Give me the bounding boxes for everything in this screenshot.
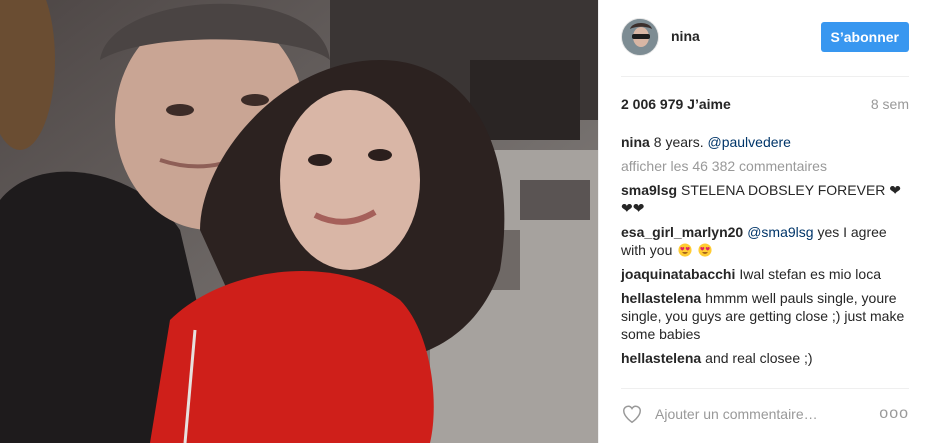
post-header: nina S’abonner: [621, 18, 909, 56]
caption-user[interactable]: nina: [621, 134, 650, 150]
add-comment-input[interactable]: [655, 404, 875, 424]
comment-item: joaquinatabacchi Iwal stefan es mio loca: [621, 265, 909, 283]
comments-list: nina 8 years. @paulvedere afficher les 46…: [621, 133, 909, 373]
avatar[interactable]: [621, 18, 659, 56]
comment-item: sma9lsg STELENA DOBSLEY FOREVER ❤❤❤: [621, 181, 909, 217]
likes-row: 2 006 979 J’aime 8 sem: [621, 96, 909, 114]
heart-icon[interactable]: [621, 403, 643, 425]
comment-user[interactable]: hellastelena: [621, 350, 701, 366]
caption-mention[interactable]: @paulvedere: [707, 134, 791, 150]
likes-count[interactable]: 2 006 979 J’aime: [621, 96, 731, 112]
caption: nina 8 years. @paulvedere: [621, 133, 909, 151]
comments-divider: [621, 388, 909, 389]
comment-user[interactable]: sma9lsg: [621, 182, 677, 198]
heart-eyes-emoji-icon: [678, 243, 692, 257]
comment-user[interactable]: joaquinatabacchi: [621, 266, 735, 282]
view-all-comments-link[interactable]: afficher les 46 382 commentaires: [621, 157, 909, 175]
comment-mention[interactable]: @sma9lsg: [747, 224, 813, 240]
post-side-panel: nina S’abonner 2 006 979 J’aime 8 sem ni…: [598, 0, 930, 443]
comment-item: esa_girl_marlyn20 @sma9lsg yes I agree wi…: [621, 223, 909, 259]
heart-eyes-emoji-icon: [698, 243, 712, 257]
header-divider: [621, 76, 909, 77]
follow-button[interactable]: S’abonner: [820, 22, 909, 52]
more-options-icon[interactable]: ooo: [879, 405, 909, 423]
add-comment-row: ooo: [621, 403, 909, 425]
comment-item: hellastelena and real closee ;): [621, 349, 909, 367]
post-username[interactable]: nina: [671, 28, 700, 44]
comment-user[interactable]: esa_girl_marlyn20: [621, 224, 743, 240]
caption-text: 8 years.: [653, 134, 704, 150]
comment-text: and real closee ;): [705, 350, 813, 366]
comment-user[interactable]: hellastelena: [621, 290, 701, 306]
post-photo[interactable]: [0, 0, 598, 443]
post-time[interactable]: 8 sem: [871, 96, 909, 112]
comment-item: hellastelena hmmm well pauls single, your…: [621, 289, 909, 343]
comment-text: Iwal stefan es mio loca: [739, 266, 881, 282]
